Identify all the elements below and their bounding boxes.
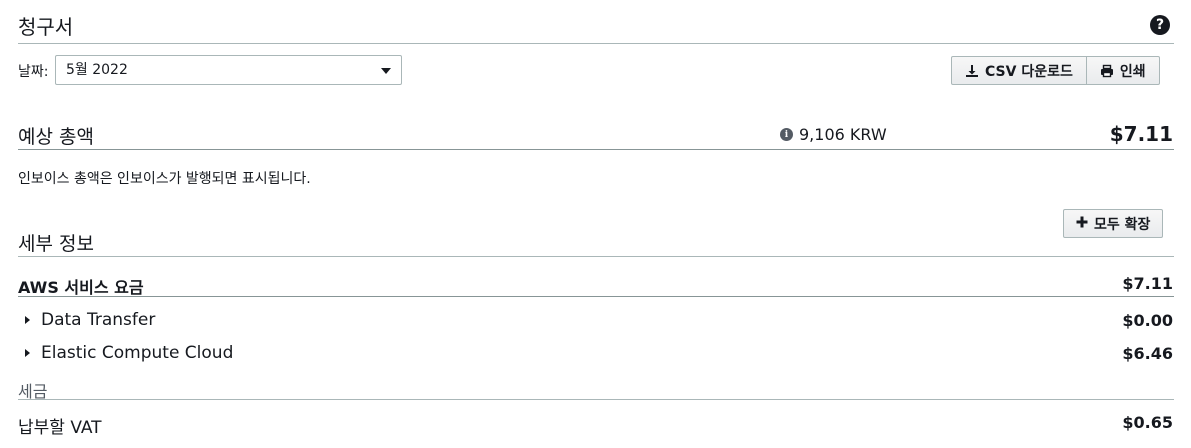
date-select[interactable]: 5월 2022 — [55, 55, 402, 85]
help-icon[interactable]: ? — [1150, 15, 1170, 35]
info-icon[interactable]: i — [780, 128, 793, 141]
invoice-note: 인보이스 총액은 인보이스가 발행되면 표시됩니다. — [18, 171, 311, 187]
service-charges-divider — [18, 296, 1174, 297]
page-title: 청구서 — [18, 15, 74, 39]
header-divider — [18, 43, 1174, 44]
date-label: 날짜: — [18, 64, 49, 80]
csv-download-button[interactable]: CSV 다운로드 — [952, 57, 1086, 84]
caret-right-icon — [25, 349, 30, 357]
csv-download-label: CSV 다운로드 — [985, 63, 1073, 80]
line-item-amount: $6.46 — [1122, 344, 1173, 363]
details-divider — [18, 256, 1174, 257]
estimate-title: 예상 총액 — [18, 126, 94, 148]
line-item-data-transfer[interactable]: Data Transfer — [25, 310, 155, 330]
expand-all-label: 모두 확장 — [1094, 216, 1151, 233]
estimate-divider — [18, 149, 1174, 150]
line-item-label: Data Transfer — [41, 310, 156, 330]
service-charges-amount: $7.11 — [1122, 274, 1173, 293]
line-item-label: Elastic Compute Cloud — [41, 343, 234, 363]
download-icon — [965, 64, 979, 78]
printer-icon — [1100, 64, 1114, 78]
estimate-usd-amount: $7.11 — [1109, 122, 1173, 146]
print-label: 인쇄 — [1119, 63, 1146, 80]
details-title: 세부 정보 — [18, 233, 94, 255]
export-button-group: CSV 다운로드 인쇄 — [951, 56, 1160, 85]
expand-all-button[interactable]: 모두 확장 — [1063, 209, 1164, 238]
vat-amount: $0.65 — [1122, 413, 1173, 432]
line-item-elastic-compute-cloud[interactable]: Elastic Compute Cloud — [25, 343, 233, 363]
krw-amount: 9,106 KRW — [799, 125, 887, 144]
vat-label: 납부할 VAT — [18, 418, 102, 438]
service-charges-label: AWS 서비스 요금 — [18, 278, 144, 297]
caret-right-icon — [25, 316, 30, 324]
date-select-value: 5월 2022 — [66, 62, 128, 78]
chevron-down-icon — [381, 68, 391, 74]
plus-icon — [1076, 216, 1088, 232]
tax-divider — [18, 399, 1174, 400]
krw-amount-group: i 9,106 KRW — [780, 125, 887, 144]
line-item-amount: $0.00 — [1122, 311, 1173, 330]
print-button[interactable]: 인쇄 — [1085, 57, 1159, 84]
